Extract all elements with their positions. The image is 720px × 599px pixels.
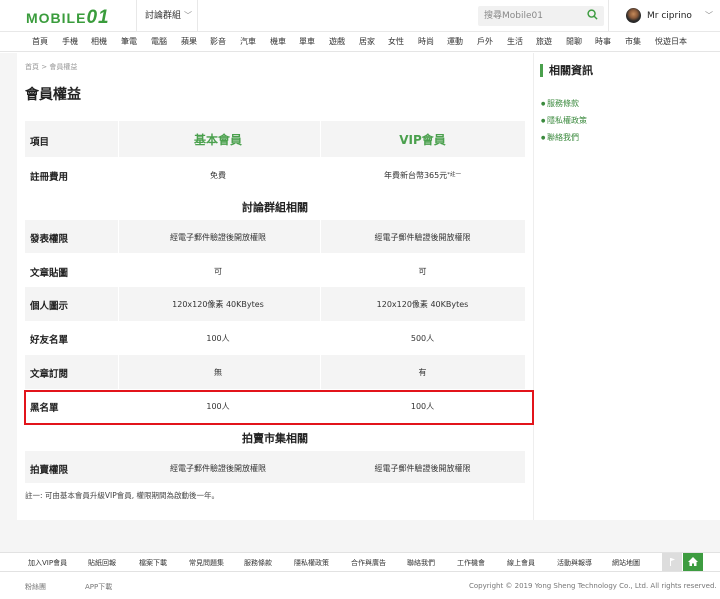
footer-link[interactable]: 檔案下載 xyxy=(139,553,167,573)
section-forum-title: 討論群組相關 xyxy=(242,201,308,214)
nav-item[interactable]: 市集 xyxy=(625,32,641,52)
row-vip-value: 120x120像素 40KBytes xyxy=(376,300,469,309)
footer-links: 加入VIP會員 貼紙回報 檔案下載 常見問題集 服務條款 隱私權政策 合作與廣告 聯絡我們 工作… xyxy=(0,552,720,572)
home-icon xyxy=(688,557,698,566)
row-vip-value: 可 xyxy=(418,267,427,276)
home-button[interactable] xyxy=(683,553,703,571)
sidebar-link-privacy[interactable]: 隱私權政策 xyxy=(541,115,587,126)
site-logo[interactable]: MOBILE01 xyxy=(26,7,110,29)
row-label: 個人圖示 xyxy=(30,301,69,312)
main-nav: 首頁 手機 相機 筆電 電腦 蘋果 影音 汽車 機車 單車 遊戲 居家 女性 時尚 運動 戶外 生活 旅遊 閒聊 時事… xyxy=(0,32,720,52)
nav-item[interactable]: 旅遊 xyxy=(536,32,552,52)
nav-item[interactable]: 影音 xyxy=(210,32,226,52)
flag-icon xyxy=(670,558,675,566)
nav-item[interactable]: 首頁 xyxy=(32,32,48,52)
row-basic-value: 100人 xyxy=(206,334,230,343)
fee-label: 註冊費用 xyxy=(30,172,69,183)
row-vip-value: 經電子郵件驗證後開放權限 xyxy=(374,233,471,242)
nav-item[interactable]: 單車 xyxy=(299,32,315,52)
nav-item[interactable]: 機車 xyxy=(270,32,286,52)
auction-basic: 經電子郵件驗證後開放權限 xyxy=(170,464,266,473)
footer-link[interactable]: 線上會員 xyxy=(507,553,535,573)
footer-link[interactable]: 合作與廣告 xyxy=(351,553,386,573)
row-vip-value: 有 xyxy=(418,368,427,377)
footer-link[interactable]: 工作機會 xyxy=(457,553,485,573)
auction-label: 拍賣權限 xyxy=(30,465,69,476)
avatar[interactable] xyxy=(626,8,641,23)
sidebar-link-terms[interactable]: 服務條款 xyxy=(541,98,579,109)
row-label: 文章貼圖 xyxy=(30,268,69,279)
col-label-header: 項目 xyxy=(30,137,50,148)
auction-vip: 經電子郵件驗證後開放權限 xyxy=(374,464,471,473)
nav-item[interactable]: 居家 xyxy=(359,32,375,52)
page-title: 會員權益 xyxy=(25,87,81,103)
nav-item[interactable]: 生活 xyxy=(507,32,523,52)
search-icon[interactable] xyxy=(587,9,598,20)
row-label: 發表權限 xyxy=(30,234,69,245)
column-divider xyxy=(118,121,119,391)
footnote: 註一: 可由基本會員升級VIP會員, 權限期間為啟動後一年。 xyxy=(25,491,220,500)
footer-link[interactable]: 常見問題集 xyxy=(189,553,224,573)
footer-link[interactable]: 加入VIP會員 xyxy=(28,553,67,573)
nav-item[interactable]: 蘋果 xyxy=(181,32,197,52)
breadcrumb-current: 會員權益 xyxy=(49,63,78,71)
sidebar-link-contact[interactable]: 聯絡我們 xyxy=(541,132,579,143)
nav-item[interactable]: 運動 xyxy=(447,32,463,52)
nav-item[interactable]: 戶外 xyxy=(477,32,493,52)
column-divider xyxy=(320,121,321,391)
row-label: 文章訂閱 xyxy=(30,369,69,380)
user-menu[interactable]: Mr ciprino ﹀ xyxy=(608,0,720,32)
search-input[interactable]: 搜尋Mobile01 xyxy=(478,6,604,26)
copyright: Copyright © 2019 Yong Sheng Technology C… xyxy=(469,582,717,590)
nav-item[interactable]: 閒聊 xyxy=(566,32,582,52)
footer-app-link[interactable]: APP下載 xyxy=(85,582,112,592)
chevron-down-icon: ﹀ xyxy=(184,11,193,20)
nav-item[interactable]: 遊戲 xyxy=(329,32,345,52)
nav-item[interactable]: 時尚 xyxy=(418,32,434,52)
row-basic-value: 無 xyxy=(214,368,222,377)
row-vip-value: 500人 xyxy=(410,334,435,343)
highlight-box xyxy=(24,390,534,425)
nav-item[interactable]: 女性 xyxy=(388,32,404,52)
nav-item[interactable]: 時事 xyxy=(595,32,611,52)
fee-vip: 年費新台幣365元*註一 xyxy=(383,171,462,180)
chevron-down-icon[interactable]: ﹀ xyxy=(705,0,713,32)
row-basic-value: 經電子郵件驗證後開放權限 xyxy=(170,233,266,242)
top-bar: MOBILE01 討論群組 ﹀ 搜尋Mobile01 Mr ciprino ﹀ xyxy=(0,0,720,32)
fee-basic: 免費 xyxy=(210,171,226,180)
sidebar-title: 相關資訊 xyxy=(540,64,593,77)
footer-link[interactable]: 服務條款 xyxy=(244,553,272,573)
footer-link[interactable]: 聯絡我們 xyxy=(407,553,435,573)
footer-link[interactable]: 網站地圖 xyxy=(612,553,640,573)
footer-link[interactable]: 隱私權政策 xyxy=(294,553,329,573)
row-basic-value: 可 xyxy=(214,267,222,276)
footer-fanpage-link[interactable]: 粉絲團 xyxy=(25,582,46,592)
feedback-button[interactable] xyxy=(662,553,682,571)
nav-item[interactable]: 電腦 xyxy=(151,32,167,52)
row-basic-value: 120x120像素 40KBytes xyxy=(172,300,264,309)
nav-item[interactable]: 相機 xyxy=(91,32,107,52)
breadcrumb-home[interactable]: 首頁 xyxy=(25,63,39,71)
nav-item[interactable]: 悅遊日本 xyxy=(655,32,687,52)
col-vip-header: VIP會員 xyxy=(399,133,446,147)
footer-link[interactable]: 貼紙回報 xyxy=(88,553,116,573)
col-basic-header: 基本會員 xyxy=(193,133,242,147)
forum-dropdown[interactable]: 討論群組 ﹀ xyxy=(136,0,198,32)
breadcrumb: 首頁 > 會員權益 xyxy=(25,63,78,71)
nav-item[interactable]: 汽車 xyxy=(240,32,256,52)
nav-item[interactable]: 筆電 xyxy=(121,32,137,52)
row-label: 好友名單 xyxy=(30,335,69,346)
username[interactable]: Mr ciprino xyxy=(647,0,692,32)
footer-link[interactable]: 活動與報導 xyxy=(557,553,592,573)
nav-item[interactable]: 手機 xyxy=(62,32,78,52)
section-market-title: 拍賣市集相關 xyxy=(242,432,308,445)
